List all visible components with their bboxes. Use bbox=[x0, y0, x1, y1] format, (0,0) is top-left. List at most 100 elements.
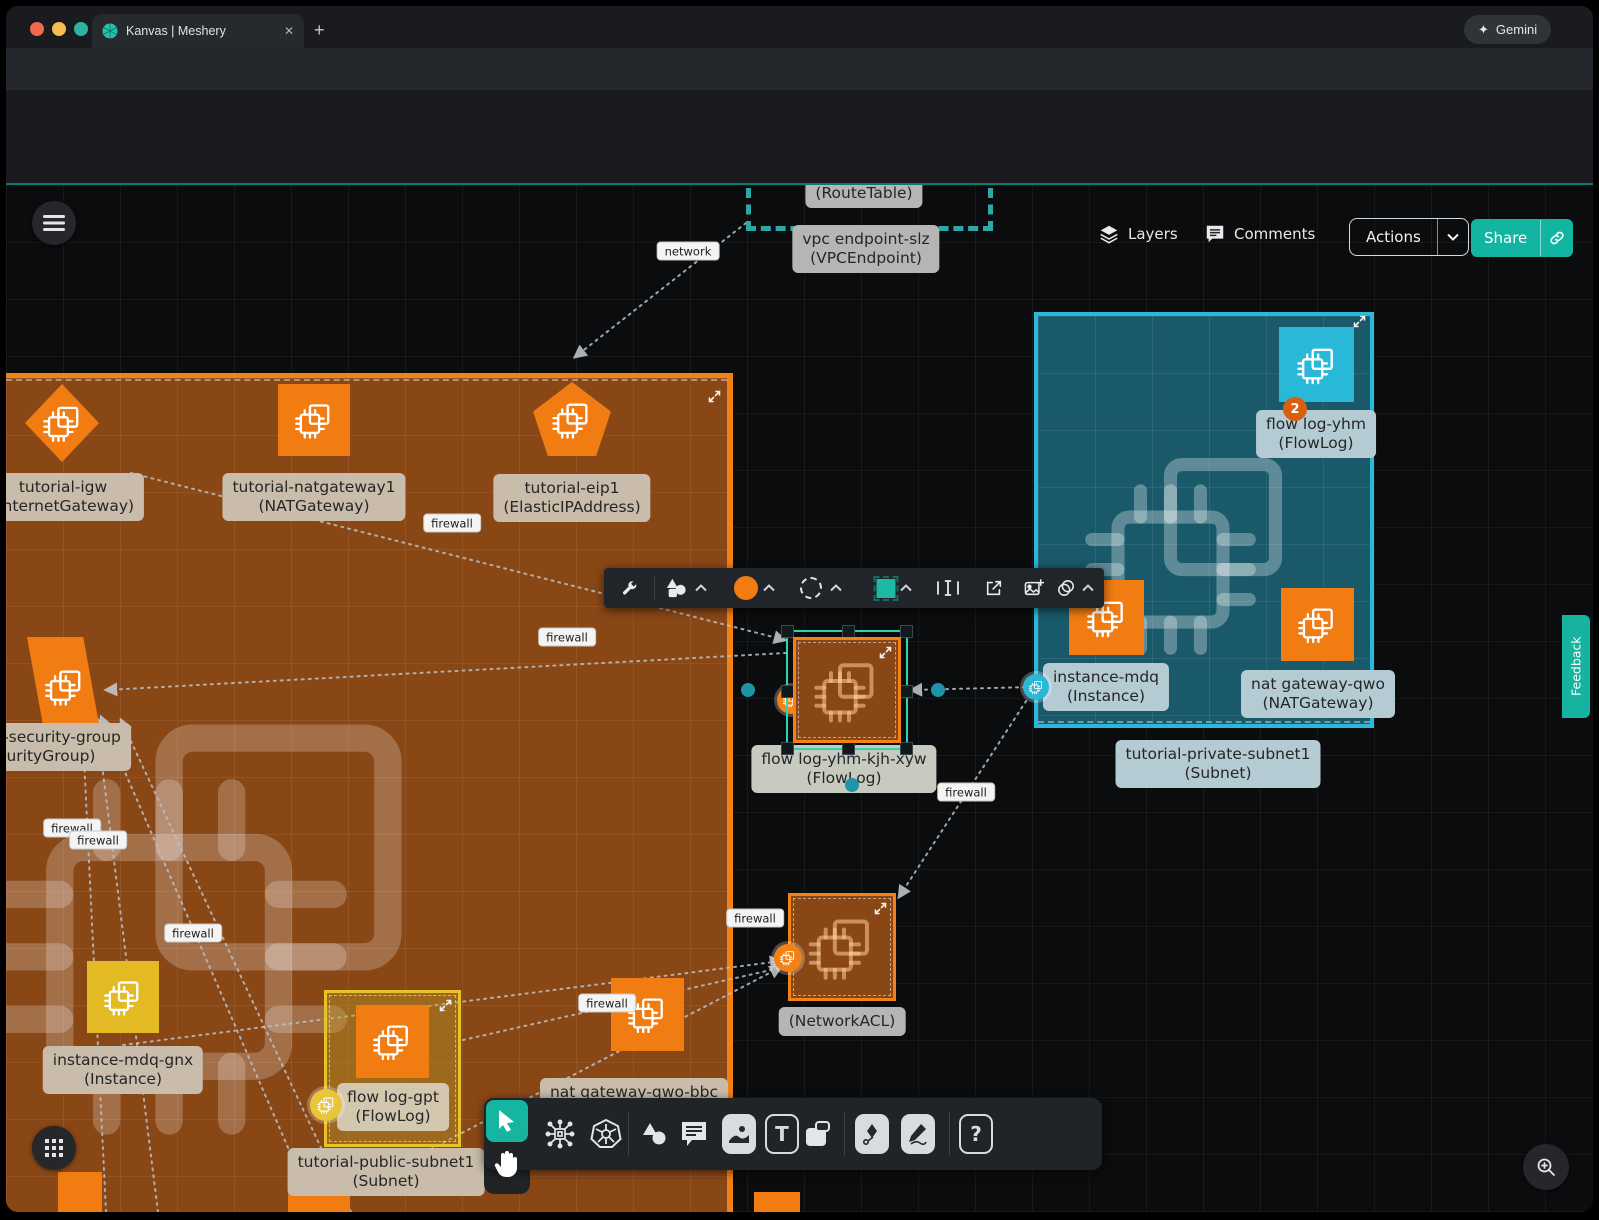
node-label-flow-log-gpt: flow log-gpt (FlowLog) bbox=[337, 1083, 449, 1131]
guide-dot bbox=[845, 778, 859, 792]
browser-toolbar: kanvas.new/extension/meshmap?mode=design… bbox=[6, 48, 1593, 90]
shapes-tool-icon[interactable] bbox=[640, 1121, 668, 1147]
feedback-tab[interactable]: Feedback bbox=[1562, 615, 1590, 718]
zoom-button[interactable] bbox=[1523, 1144, 1569, 1190]
share-button[interactable]: Share bbox=[1471, 219, 1573, 257]
browser-tab[interactable]: Kanvas | Meshery ✕ bbox=[92, 14, 304, 48]
resize-handle[interactable] bbox=[842, 742, 855, 755]
chevron-up-icon[interactable] bbox=[1082, 568, 1094, 608]
collapse-region-icon[interactable] bbox=[1353, 315, 1366, 328]
node-instance-mdq-gnx[interactable] bbox=[87, 961, 159, 1033]
widgets-grid-button[interactable] bbox=[32, 1126, 76, 1170]
comment-tool-icon[interactable] bbox=[679, 1120, 709, 1148]
layers-button[interactable]: Layers bbox=[1098, 223, 1178, 245]
connection-handle[interactable] bbox=[310, 1089, 342, 1121]
collapse-node-icon[interactable] bbox=[874, 902, 887, 915]
node-label-flow-log-yhm: flow log-yhm(FlowLog) bbox=[1256, 410, 1376, 458]
add-image-icon[interactable] bbox=[1024, 568, 1044, 608]
shape-preview-swatch[interactable] bbox=[877, 568, 896, 608]
filter-lens-icon[interactable] bbox=[1056, 568, 1076, 608]
kubernetes-icon[interactable] bbox=[590, 1118, 622, 1150]
edge-label: firewall bbox=[726, 909, 784, 928]
chevron-up-icon[interactable] bbox=[763, 568, 775, 608]
node-network-acl[interactable] bbox=[788, 893, 896, 1001]
actions-button[interactable]: Actions bbox=[1349, 218, 1469, 256]
open-in-new-icon[interactable] bbox=[985, 568, 1003, 608]
pan-tool-icon[interactable] bbox=[493, 1149, 521, 1185]
node-label-network-acl: (NetworkACL) bbox=[779, 1007, 906, 1036]
flowlog-node-body[interactable] bbox=[793, 637, 901, 743]
relationship-count-badge[interactable]: 2 bbox=[1283, 397, 1307, 421]
connection-handle[interactable] bbox=[774, 944, 802, 972]
comments-button[interactable]: Comments bbox=[1204, 223, 1315, 245]
comments-icon bbox=[1204, 223, 1226, 245]
resize-handle[interactable] bbox=[900, 625, 913, 638]
canvas-menu-button[interactable] bbox=[32, 201, 76, 245]
text-tool-icon[interactable]: T bbox=[765, 1114, 799, 1154]
edge-label: firewall bbox=[423, 514, 481, 533]
collapse-node-icon[interactable] bbox=[439, 999, 452, 1012]
node-tutorial-natgateway1[interactable] bbox=[278, 384, 350, 456]
node-flow-log-yhm[interactable] bbox=[1279, 327, 1354, 402]
resize-text-icon[interactable] bbox=[936, 568, 960, 608]
node-label-nat-gateway-qwo: nat gateway-qwo(NATGateway) bbox=[1241, 670, 1395, 718]
shape-group-tool-icon[interactable] bbox=[803, 1120, 831, 1148]
select-tool-button[interactable] bbox=[486, 1100, 528, 1142]
fullscreen-window-button[interactable] bbox=[74, 22, 88, 36]
meshery-favicon bbox=[102, 23, 118, 39]
browser-window: Kanvas | Meshery ✕ + ✦ Gemini kanvas.new… bbox=[6, 6, 1593, 1212]
fill-color-swatch[interactable] bbox=[734, 568, 758, 608]
guide-dot bbox=[931, 683, 945, 697]
image-tool-icon[interactable] bbox=[722, 1114, 756, 1154]
edge-label: firewall bbox=[937, 783, 995, 802]
chevron-up-icon[interactable] bbox=[830, 568, 842, 608]
node-flow-log-gpt[interactable] bbox=[356, 1005, 429, 1078]
minimize-window-button[interactable] bbox=[52, 22, 66, 36]
region-label-public-subnet: tutorial-public-subnet1 (Subnet) bbox=[288, 1148, 485, 1196]
freehand-draw-tool-icon[interactable] bbox=[901, 1114, 935, 1154]
layers-icon bbox=[1098, 223, 1120, 245]
chip-icon bbox=[1296, 603, 1338, 645]
edge-pen-tool-icon[interactable] bbox=[855, 1114, 889, 1154]
help-button[interactable]: ? bbox=[959, 1114, 993, 1154]
chip-icon bbox=[41, 400, 84, 445]
chevron-up-icon[interactable] bbox=[695, 568, 707, 608]
resize-handle[interactable] bbox=[900, 685, 913, 698]
resize-handle[interactable] bbox=[781, 742, 794, 755]
node-nat-gateway-qwo-bbc[interactable] bbox=[611, 978, 684, 1051]
edge-label: firewall bbox=[164, 924, 222, 943]
bottom-dock: T ? bbox=[484, 1098, 1102, 1170]
node-label-vpc-endpoint: vpc endpoint-slz (VPCEndpoint) bbox=[792, 225, 939, 273]
edge[interactable] bbox=[911, 687, 1032, 690]
sparkle-icon: ✦ bbox=[1478, 22, 1489, 38]
border-style-swatch[interactable] bbox=[800, 568, 822, 608]
gemini-button[interactable]: ✦ Gemini bbox=[1464, 15, 1551, 44]
mesh-sync-icon[interactable] bbox=[545, 1119, 575, 1149]
tab-close-icon[interactable]: ✕ bbox=[284, 24, 294, 38]
new-tab-button[interactable]: + bbox=[314, 20, 325, 41]
node-label-tutorial-eip1: tutorial-eip1(ElasticIPAddress) bbox=[493, 474, 650, 522]
node-label-instance-mdq-gnx: instance-mdq-gnx(Instance) bbox=[43, 1046, 203, 1094]
collapse-region-icon[interactable] bbox=[708, 390, 721, 403]
share-link-icon[interactable] bbox=[1541, 230, 1573, 246]
chip-icon bbox=[371, 1020, 413, 1062]
resize-handle[interactable] bbox=[900, 742, 913, 755]
chip-watermark-icon bbox=[810, 654, 883, 726]
connection-handle[interactable] bbox=[1023, 674, 1049, 700]
configure-tool-icon[interactable] bbox=[620, 568, 639, 608]
canvas[interactable]: (RouteTable) vpc endpoint-slz (VPCEndpoi… bbox=[6, 185, 1593, 1212]
shapes-tool-icon[interactable] bbox=[664, 568, 688, 608]
node-partial[interactable] bbox=[754, 1192, 800, 1212]
close-window-button[interactable] bbox=[30, 22, 44, 36]
node-label-routetable: (RouteTable) bbox=[805, 185, 922, 208]
collapse-node-icon[interactable] bbox=[879, 646, 892, 659]
edge-label: firewall bbox=[69, 831, 127, 850]
node-flow-log-yhm-kjh-xyw[interactable] bbox=[786, 630, 908, 750]
node-label-instance-mdq: instance-mdq(Instance) bbox=[1043, 663, 1169, 711]
chevron-up-icon[interactable] bbox=[900, 568, 912, 608]
node-partial[interactable] bbox=[58, 1172, 102, 1212]
actions-dropdown-icon[interactable] bbox=[1438, 233, 1468, 241]
node-label-tutorial-natgateway1: tutorial-natgateway1(NATGateway) bbox=[222, 473, 405, 521]
node-nat-gateway-qwo[interactable] bbox=[1281, 588, 1354, 661]
chip-icon bbox=[43, 658, 86, 715]
